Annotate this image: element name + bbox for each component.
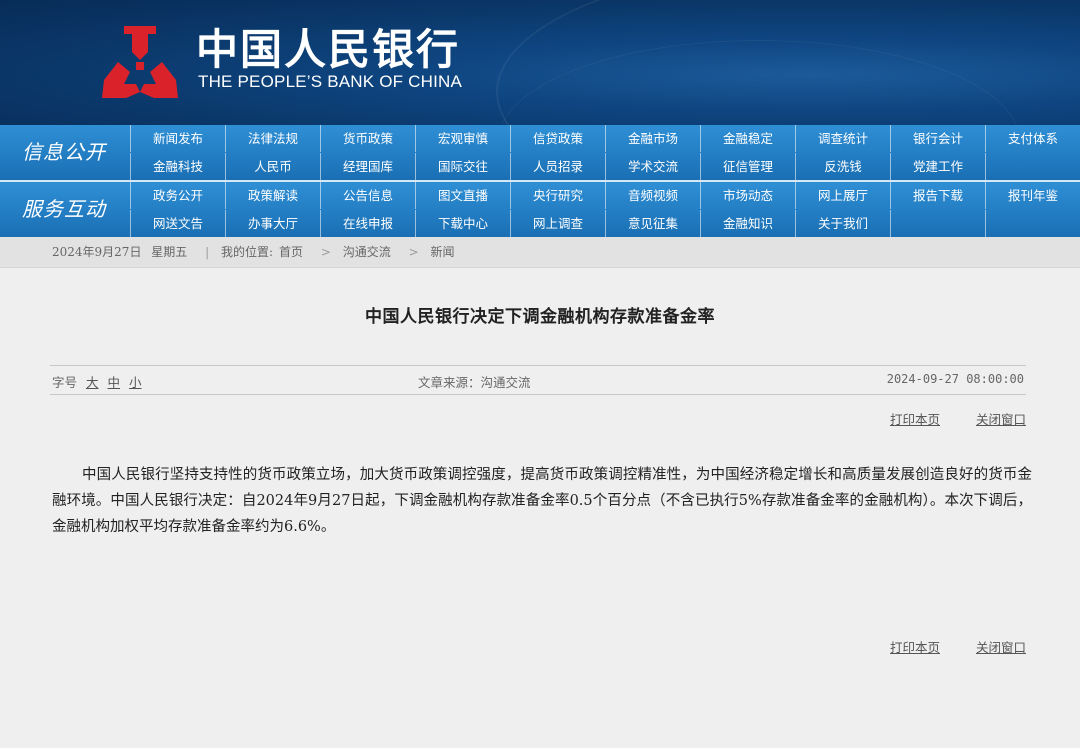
nav-item[interactable]: 报刊年鉴: [985, 182, 1080, 209]
breadcrumb-communication[interactable]: 沟通交流: [343, 245, 391, 259]
nav-item[interactable]: 政务公开: [130, 182, 225, 209]
nav-item[interactable]: 金融科技: [130, 153, 225, 180]
location-label: 我的位置:: [221, 245, 274, 259]
nav-item[interactable]: 征信管理: [700, 153, 795, 180]
nav-item[interactable]: 网上展厅: [795, 182, 890, 209]
breadcrumb-home[interactable]: 首页: [279, 245, 303, 259]
nav-grid: 政务公开 政策解读 公告信息 图文直播 央行研究 音频视频 市场动态 网上展厅 报告下载 报刊年鉴…: [130, 182, 1080, 237]
article-actions-bottom: 打印本页 关闭窗口: [858, 637, 1026, 656]
nav-item[interactable]: 银行会计: [890, 125, 985, 152]
nav-item[interactable]: 关于我们: [795, 210, 890, 237]
nav-item[interactable]: 办事大厅: [225, 210, 320, 237]
nav-item[interactable]: 法律法规: [225, 125, 320, 152]
nav-item[interactable]: 国际交往: [415, 153, 510, 180]
close-window-link[interactable]: 关闭窗口: [976, 412, 1026, 427]
nav-item[interactable]: 新闻发布: [130, 125, 225, 152]
nav-item[interactable]: 央行研究: [510, 182, 605, 209]
nav-item[interactable]: 报告下载: [890, 182, 985, 209]
nav-item[interactable]: 网送文告: [130, 210, 225, 237]
nav-item[interactable]: 政策解读: [225, 182, 320, 209]
print-link[interactable]: 打印本页: [890, 412, 940, 427]
nav-item[interactable]: 学术交流: [605, 153, 700, 180]
nav-item[interactable]: 在线申报: [320, 210, 415, 237]
nav-section-service: 服务互动 政务公开 政策解读 公告信息 图文直播 央行研究 音频视频 市场动态 网上展厅 报告下…: [0, 182, 1080, 237]
nav-grid: 新闻发布 法律法规 货币政策 宏观审慎 信贷政策 金融市场 金融稳定 调查统计 银行会计 支付体系…: [130, 125, 1080, 180]
article-source: 文章来源：沟通交流: [418, 375, 531, 390]
font-size-control: 字号 大 中 小: [52, 372, 142, 391]
nav-item[interactable]: 金融知识: [700, 210, 795, 237]
chevron-right-icon: >: [320, 245, 331, 259]
font-medium-link[interactable]: 中: [108, 375, 121, 390]
nav-item-empty: [985, 210, 1080, 237]
article-body: 中国人民银行坚持支持性的货币政策立场，加大货币政策调控强度，提高货币政策调控精准…: [52, 467, 1032, 535]
nav-item[interactable]: 人员招录: [510, 153, 605, 180]
nav-item[interactable]: 下载中心: [415, 210, 510, 237]
bank-name-en[interactable]: THE PEOPLE’S BANK OF CHINA: [198, 72, 462, 92]
font-size-label: 字号: [52, 375, 78, 390]
nav-item[interactable]: 金融稳定: [700, 125, 795, 152]
article-content: 中国人民银行决定下调金融机构存款准备金率 字号 大 中 小 文章来源：沟通交流 …: [0, 268, 1080, 748]
divider: |: [205, 245, 210, 259]
article-datetime: 2024-09-27 08:00:00: [886, 372, 1024, 386]
breadcrumb-news[interactable]: 新闻: [431, 245, 455, 259]
print-link[interactable]: 打印本页: [890, 640, 940, 655]
nav-item[interactable]: 党建工作: [890, 153, 985, 180]
nav-item-empty: [890, 210, 985, 237]
current-date: 2024年9月27日: [52, 245, 142, 259]
article-meta: 字号 大 中 小 文章来源：沟通交流 2024-09-27 08:00:00: [50, 365, 1026, 395]
article-actions-top: 打印本页 关闭窗口: [858, 409, 1026, 428]
nav-item[interactable]: 市场动态: [700, 182, 795, 209]
close-window-link[interactable]: 关闭窗口: [976, 640, 1026, 655]
pboc-emblem-icon[interactable]: [96, 22, 184, 102]
nav-item[interactable]: 公告信息: [320, 182, 415, 209]
nav-section-label: 信息公开: [22, 140, 106, 164]
font-large-link[interactable]: 大: [86, 375, 99, 390]
nav-item[interactable]: 网上调查: [510, 210, 605, 237]
nav-item[interactable]: 意见征集: [605, 210, 700, 237]
current-weekday: 星期五: [151, 245, 188, 259]
main-nav: 信息公开 新闻发布 法律法规 货币政策 宏观审慎 信贷政策 金融市场 金融稳定 调查统计 银行会…: [0, 125, 1080, 237]
font-small-link[interactable]: 小: [129, 375, 142, 390]
nav-item[interactable]: 支付体系: [985, 125, 1080, 152]
nav-item[interactable]: 音频视频: [605, 182, 700, 209]
nav-item[interactable]: 反洗钱: [795, 153, 890, 180]
nav-item[interactable]: 人民币: [225, 153, 320, 180]
breadcrumb: 2024年9月27日 星期五 | 我的位置: 首页 > 沟通交流 > 新闻: [0, 237, 1080, 268]
article-title: 中国人民银行决定下调金融机构存款准备金率: [365, 307, 715, 327]
chevron-right-icon: >: [408, 245, 419, 259]
nav-item[interactable]: 调查统计: [795, 125, 890, 152]
nav-section-label: 服务互动: [22, 197, 106, 221]
nav-item[interactable]: 图文直播: [415, 182, 510, 209]
nav-item[interactable]: 金融市场: [605, 125, 700, 152]
bank-name-cn[interactable]: 中国人民银行: [196, 26, 460, 74]
nav-item-empty: [985, 153, 1080, 180]
nav-item[interactable]: 货币政策: [320, 125, 415, 152]
nav-item[interactable]: 经理国库: [320, 153, 415, 180]
site-header: 中国人民银行 THE PEOPLE’S BANK OF CHINA: [0, 0, 1080, 125]
nav-item[interactable]: 宏观审慎: [415, 125, 510, 152]
nav-section-info: 信息公开 新闻发布 法律法规 货币政策 宏观审慎 信贷政策 金融市场 金融稳定 调查统计 银行会…: [0, 125, 1080, 180]
nav-item[interactable]: 信贷政策: [510, 125, 605, 152]
